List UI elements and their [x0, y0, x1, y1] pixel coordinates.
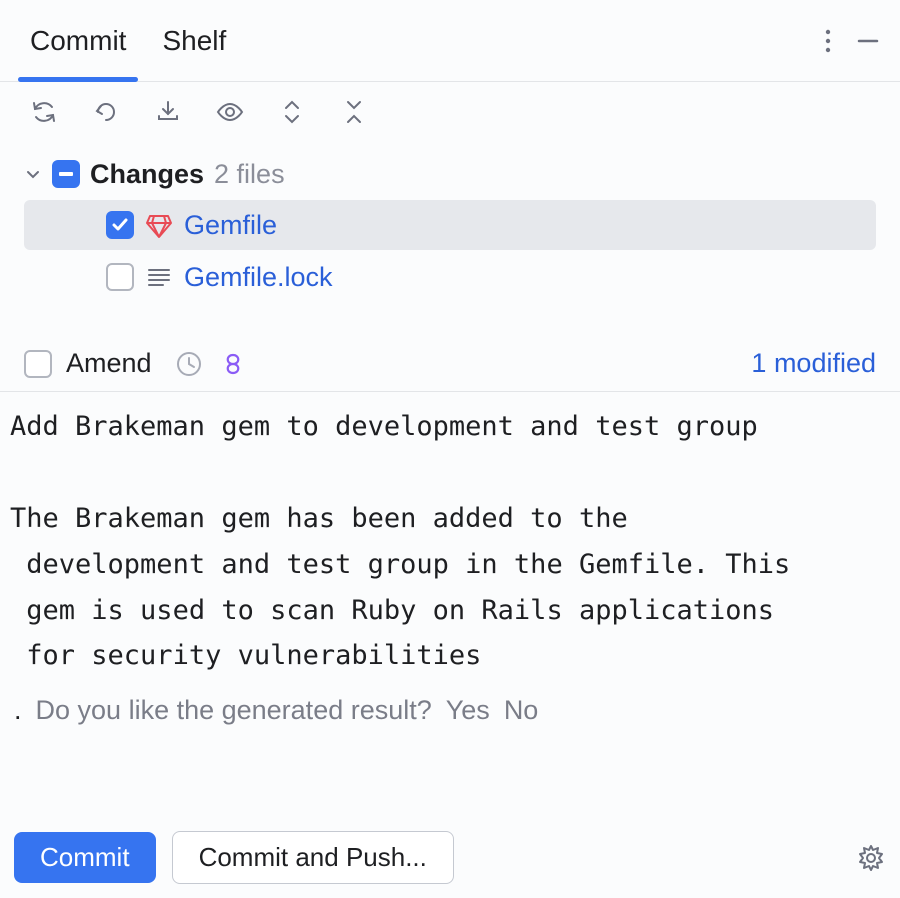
expand-all-icon[interactable]	[272, 92, 312, 132]
shelve-icon[interactable]	[148, 92, 188, 132]
refresh-icon[interactable]	[24, 92, 64, 132]
tab-bar: Commit Shelf	[0, 0, 900, 82]
feedback-yes[interactable]: Yes	[446, 695, 490, 726]
collapse-all-icon[interactable]	[334, 92, 374, 132]
tab-shelf-label: Shelf	[162, 25, 226, 57]
commit-message-input[interactable]: Add Brakeman gem to development and test…	[0, 392, 900, 691]
changes-checkbox[interactable]	[52, 160, 80, 188]
changes-header[interactable]: Changes 2 files	[24, 150, 876, 198]
tab-commit-label: Commit	[30, 25, 126, 57]
more-icon[interactable]	[808, 21, 848, 61]
file-name: Gemfile	[184, 210, 277, 241]
file-row-gemfile-lock[interactable]: Gemfile.lock	[24, 252, 876, 302]
amend-label: Amend	[66, 348, 152, 379]
file-row-gemfile[interactable]: Gemfile	[24, 200, 876, 250]
file-checkbox[interactable]	[106, 211, 134, 239]
changes-title: Changes	[90, 159, 204, 190]
commit-button[interactable]: Commit	[14, 832, 156, 883]
footer: Commit Commit and Push...	[14, 831, 886, 884]
preview-icon[interactable]	[210, 92, 250, 132]
amend-row: Amend 1 modified	[0, 336, 900, 392]
minimize-icon[interactable]	[848, 21, 888, 61]
commit-and-push-button[interactable]: Commit and Push...	[172, 831, 454, 884]
ruby-icon	[144, 210, 174, 240]
amend-checkbox[interactable]	[24, 350, 52, 378]
text-file-icon	[144, 262, 174, 292]
feedback-no[interactable]: No	[504, 695, 539, 726]
file-checkbox[interactable]	[106, 263, 134, 291]
changes-count: 2 files	[214, 159, 285, 190]
modified-status[interactable]: 1 modified	[751, 348, 876, 379]
changes-section: Changes 2 files Gemfile Gemfile.lock	[0, 142, 900, 312]
tab-commit[interactable]: Commit	[12, 0, 144, 82]
tab-shelf[interactable]: Shelf	[144, 0, 244, 82]
feedback-prompt: Do you like the generated result?	[36, 695, 432, 726]
feedback-dot: .	[14, 695, 22, 726]
revert-icon[interactable]	[86, 92, 126, 132]
file-name: Gemfile.lock	[184, 262, 333, 293]
chevron-down-icon	[24, 165, 42, 183]
history-icon[interactable]	[174, 349, 204, 379]
feedback-row: . Do you like the generated result? Yes …	[0, 691, 900, 730]
settings-icon[interactable]	[856, 843, 886, 873]
ai-assist-icon[interactable]	[218, 349, 248, 379]
toolbar	[0, 82, 900, 142]
